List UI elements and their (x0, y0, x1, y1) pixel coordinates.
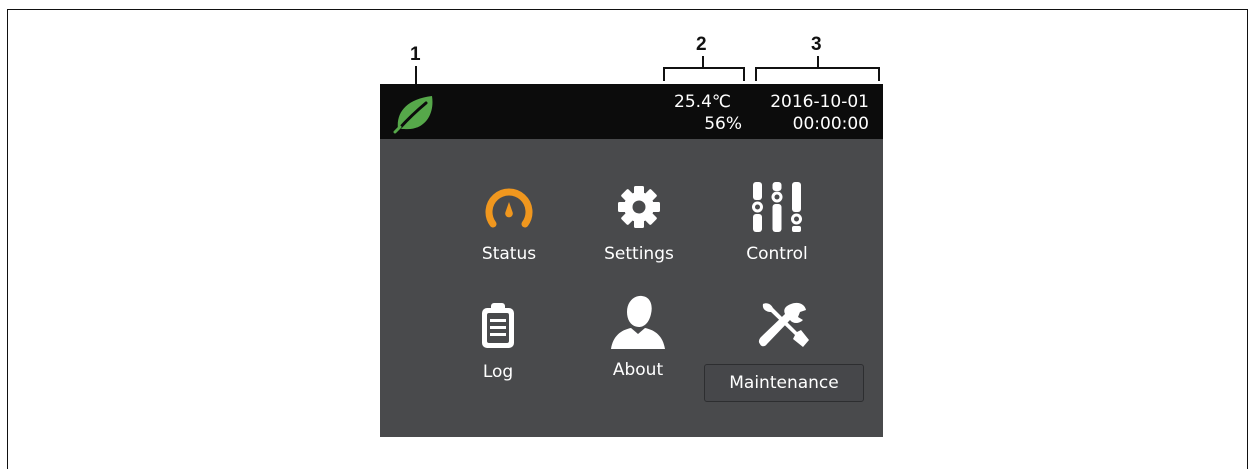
callout-bracket-3 (755, 67, 880, 81)
callout-bracket-2 (663, 67, 745, 81)
temperature-readout: 25.4℃ (674, 92, 731, 112)
leaf-icon (393, 96, 433, 134)
menu-item-log[interactable]: Log (423, 302, 573, 410)
menu-item-maintenance[interactable]: Maintenance (709, 300, 859, 408)
gauge-icon (485, 188, 533, 228)
status-bar: 25.4℃ 56% 2016-10-01 00:00:00 (380, 84, 883, 139)
sliders-icon (752, 182, 802, 232)
menu-item-settings-label: Settings (604, 244, 674, 264)
tools-icon (758, 302, 809, 347)
menu-item-about-label: About (612, 360, 664, 380)
date-readout: 2016-10-01 (770, 92, 869, 112)
callout-number-1: 1 (410, 44, 421, 65)
callout-number-3: 3 (811, 34, 822, 55)
menu-item-control[interactable]: Control (702, 180, 852, 288)
humidity-readout: 56% (704, 114, 742, 134)
gear-icon (618, 186, 660, 228)
callout-number-2: 2 (696, 34, 707, 55)
menu-item-control-label: Control (746, 244, 808, 264)
time-readout: 00:00:00 (792, 114, 869, 134)
menu-item-settings[interactable]: Settings (564, 184, 714, 292)
user-icon (611, 295, 665, 349)
clipboard-icon (482, 303, 514, 348)
menu-item-status[interactable]: Status (434, 184, 584, 292)
device-screen: 25.4℃ 56% 2016-10-01 00:00:00 Status Set… (380, 84, 883, 437)
menu-item-log-label: Log (482, 362, 514, 382)
menu-item-status-label: Status (481, 244, 537, 264)
menu-item-about[interactable]: About (563, 294, 713, 402)
menu-item-maintenance-label: Maintenance (729, 373, 839, 393)
